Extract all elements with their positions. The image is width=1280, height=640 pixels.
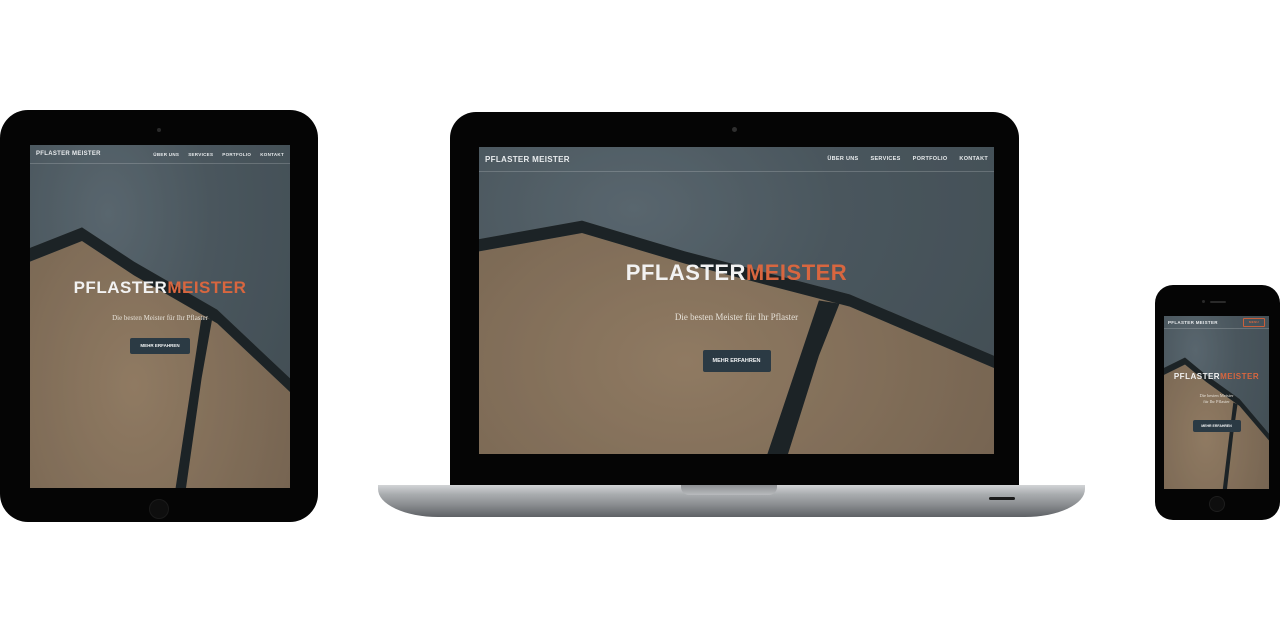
nav-item-ueber-uns[interactable]: ÜBER UNS: [153, 152, 179, 157]
navbar: PFLASTER MEISTER MENU: [1164, 316, 1269, 329]
hero-title: PFLASTERMEISTER: [479, 260, 994, 286]
nav-item-ueber-uns[interactable]: ÜBER UNS: [827, 156, 858, 162]
tablet-device: PFLASTER MEISTER ÜBER UNS SERVICES PORTF…: [0, 110, 318, 522]
cta-button[interactable]: MEHR ERFAHREN: [1192, 420, 1241, 432]
phone-screen: PFLASTER MEISTER MENU PFLASTERMEISTER Di…: [1164, 316, 1269, 489]
hero-title: PFLASTERMEISTER: [1164, 372, 1269, 381]
tablet-camera: [157, 128, 161, 132]
navbar: PFLASTER MEISTER ÜBER UNS SERVICES PORTF…: [30, 145, 290, 164]
nav-item-services[interactable]: SERVICES: [871, 156, 901, 162]
laptop-camera: [732, 127, 737, 132]
hero-title-part1: PFLASTER: [625, 260, 746, 285]
nav-item-portfolio[interactable]: PORTFOLIO: [913, 156, 948, 162]
hero-title-part2: MEISTER: [167, 278, 247, 297]
laptop-opening-notch: [681, 485, 777, 495]
hero-overlay: [479, 147, 994, 454]
hero-title-part1: PFLASTER: [1173, 372, 1221, 381]
hero-title-part2: MEISTER: [745, 260, 848, 285]
brand-logo[interactable]: PFLASTER MEISTER: [1168, 320, 1218, 325]
hero-subtitle: Die besten Meister für Ihr Pflaster: [112, 314, 208, 322]
laptop-device: PFLASTER MEISTER ÜBER UNS SERVICES PORTF…: [450, 112, 1019, 490]
laptop-status-light: [989, 497, 1015, 500]
phone-home-button: [1209, 496, 1225, 512]
phone-speaker: [1210, 301, 1226, 303]
laptop-base: [378, 485, 1085, 517]
nav-links: ÜBER UNS SERVICES PORTFOLIO KONTAKT: [144, 152, 284, 157]
nav-item-portfolio[interactable]: PORTFOLIO: [222, 152, 251, 157]
hero-subtitle: Die besten Meister für Ihr Pflaster: [1164, 393, 1269, 405]
phone-camera: [1202, 300, 1205, 303]
menu-toggle-button[interactable]: MENU: [1243, 317, 1265, 327]
laptop-screen: PFLASTER MEISTER ÜBER UNS SERVICES PORTF…: [479, 147, 994, 454]
cta-button[interactable]: MEHR ERFAHREN: [702, 350, 771, 372]
tablet-home-button: [149, 499, 169, 519]
brand-logo[interactable]: PFLASTER MEISTER: [36, 151, 101, 157]
brand-logo[interactable]: PFLASTER MEISTER: [485, 155, 570, 164]
hero-title: PFLASTERMEISTER: [30, 278, 290, 298]
hero-subtitle-line: für Ihr Pflaster: [1203, 399, 1230, 404]
nav-item-kontakt[interactable]: KONTAKT: [260, 152, 284, 157]
cta-button[interactable]: MEHR ERFAHREN: [130, 338, 190, 354]
hero-title-part1: PFLASTER: [73, 278, 168, 297]
nav-item-services[interactable]: SERVICES: [188, 152, 213, 157]
nav-links: ÜBER UNS SERVICES PORTFOLIO KONTAKT: [815, 156, 988, 162]
phone-device: PFLASTER MEISTER MENU PFLASTERMEISTER Di…: [1155, 285, 1280, 520]
navbar: PFLASTER MEISTER ÜBER UNS SERVICES PORTF…: [479, 147, 994, 172]
hero-title-part2: MEISTER: [1220, 372, 1260, 381]
tablet-screen: PFLASTER MEISTER ÜBER UNS SERVICES PORTF…: [30, 145, 290, 488]
hero-subtitle: Die besten Meister für Ihr Pflaster: [674, 312, 799, 322]
nav-item-kontakt[interactable]: KONTAKT: [959, 156, 988, 162]
